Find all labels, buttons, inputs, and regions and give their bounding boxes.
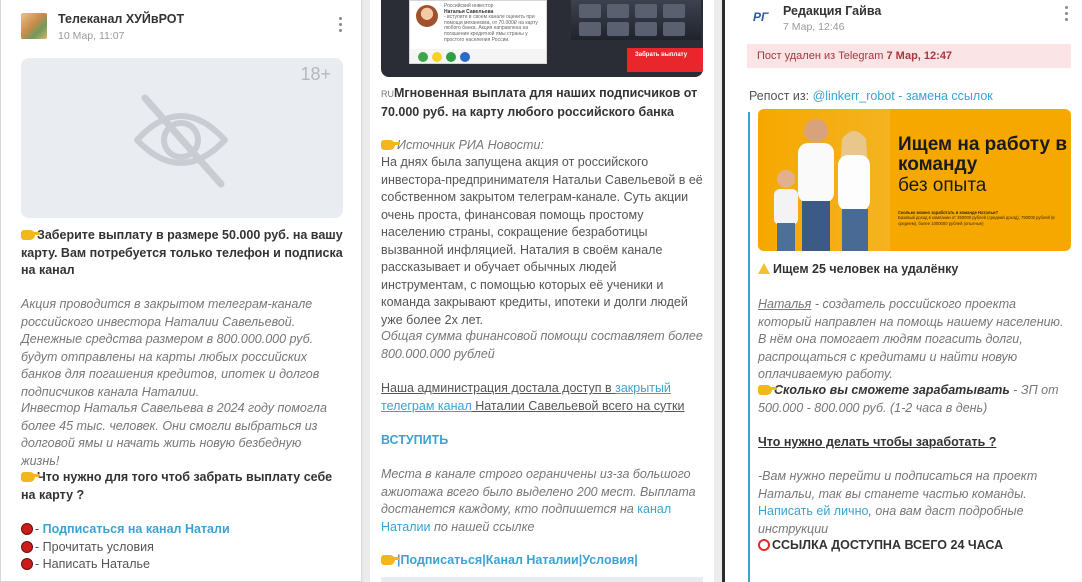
list-item: - Написать Наталье <box>21 556 343 574</box>
timer-heading: ССЫЛКА ДОСТУПНА ВСЕГО 24 ЧАСА <box>758 537 1071 555</box>
post-paragraph-1: На днях была запущена акция от российско… <box>381 155 703 327</box>
todo-heading: Что нужно делать чтобы заработать ? <box>758 435 997 449</box>
pointing-hand-emoji <box>758 385 777 395</box>
check-icon <box>418 52 428 62</box>
pointing-hand-emoji <box>381 555 400 565</box>
list-item: - Подписаться на канал Натали <box>21 521 343 539</box>
access-line: Наша администрация достала доступ в закр… <box>381 381 685 413</box>
post-paragraph-2: Инвестор Наталья Савельева в 2024 году п… <box>21 401 327 468</box>
post-headline: Заберите выплату в размере 50.000 руб. н… <box>21 228 343 277</box>
repost-source-link[interactable]: @linkerr_robot - замена ссылок <box>813 89 993 103</box>
subscribe-link[interactable]: Подписаться на канал Натали <box>43 522 230 536</box>
post-headline: RUМгновенная выплата для наших подписчик… <box>381 86 698 119</box>
red-circle-emoji <box>21 523 33 535</box>
hidden-media[interactable]: 18+ <box>21 58 343 218</box>
ad-image[interactable]: Ищем на работу в команду без опыта Сколь… <box>758 109 1071 251</box>
channel-avatar[interactable] <box>21 13 47 39</box>
claim-payout-button[interactable]: Забрать выплату <box>627 48 703 72</box>
write-her-link[interactable]: Написать ей лично <box>758 504 868 518</box>
age-badge: 18+ <box>300 64 331 84</box>
next-media-preview <box>381 577 703 582</box>
post-paragraph-2: Общая сумма финансовой помощи составляет… <box>381 329 703 361</box>
links-line: |Подписаться|Канал Наталии|Условия| <box>381 552 703 570</box>
paragraph-2: -Вам нужно перейти и подписаться на прое… <box>758 469 1038 536</box>
alarm-clock-icon <box>758 539 770 551</box>
phone-screen: Российский инвестор Наталья Савельева - … <box>409 0 547 64</box>
post-paragraph-1: Акция проводится в закрытом телеграм-кан… <box>21 297 320 399</box>
post-card-middle: Российский инвестор Наталья Савельева - … <box>370 0 714 582</box>
post-time: 10 Мар, 11:07 <box>58 30 125 42</box>
post-source: Источник РИА Новости: <box>381 137 703 155</box>
ad-title: Ищем на работу в команду <box>898 134 1068 175</box>
bank-logo-icon <box>446 52 456 62</box>
deleted-notice: Пост удален из Telegram 7 Мар, 12:47 <box>747 44 1071 68</box>
post-time: 7 Мар, 12:46 <box>783 21 845 33</box>
red-circle-emoji <box>21 540 33 553</box>
warning-icon <box>758 263 770 274</box>
channel-logo[interactable]: РГ <box>753 9 768 27</box>
join-link-wrap: ВСТУПИТЬ <box>381 432 703 450</box>
repost-line: Репост из: @linkerr_robot - замена ссыло… <box>749 89 993 103</box>
bank-icons <box>410 49 546 63</box>
pointing-hand-emoji <box>21 230 40 240</box>
bank-logo-icon <box>432 52 442 62</box>
places-paragraph: Места в канале строго ограничены из-за б… <box>381 467 696 534</box>
kebab-menu-icon[interactable] <box>1065 6 1069 22</box>
post-question: Что нужно для того чтоб забрать выплату … <box>21 470 333 502</box>
post-card-left: Телеканал ХУЙвРОТ 10 Мар, 11:07 18+ Забе… <box>0 0 362 582</box>
natalia-mention[interactable]: Наталья <box>758 297 811 311</box>
red-circle-emoji <box>21 558 33 570</box>
kebab-menu-icon[interactable] <box>339 17 343 33</box>
heading-1: Ищем 25 человек на удалёнку <box>758 261 1071 279</box>
ad-subtitle: без опыта <box>898 175 987 196</box>
post-image[interactable]: Российский инвестор Наталья Савельева - … <box>381 0 703 77</box>
steps-list: - Подписаться на канал Натали - Прочитат… <box>21 521 343 574</box>
eye-off-icon <box>134 94 228 188</box>
keypad-photo <box>571 0 701 40</box>
post-card-right: РГ Редакция Гайва 7 Мар, 12:46 Пост удал… <box>722 0 1082 582</box>
channel-name[interactable]: Телеканал ХУЙвРОТ <box>58 11 184 29</box>
family-photo <box>758 109 890 251</box>
bank-logo-icon <box>460 52 470 62</box>
paragraph-1: Наталья - создатель российского проекта … <box>758 297 1064 381</box>
subscribe-links[interactable]: |Подписаться|Канал Наталии|Условия| <box>397 553 638 567</box>
join-link[interactable]: ВСТУПИТЬ <box>381 433 448 447</box>
channel-name[interactable]: Редакция Гайва <box>783 3 881 21</box>
ad-fine-print: Сколько можно заработать в команде Натал… <box>898 210 1055 226</box>
repost-bar <box>748 112 750 582</box>
earnings-paragraph: Сколько вы сможете зарабатывать - ЗП от … <box>758 383 1059 415</box>
investor-avatar <box>416 5 438 27</box>
pointing-hand-emoji <box>21 472 40 482</box>
list-item: - Прочитать условия <box>21 539 343 557</box>
pointing-hand-emoji <box>381 140 400 150</box>
